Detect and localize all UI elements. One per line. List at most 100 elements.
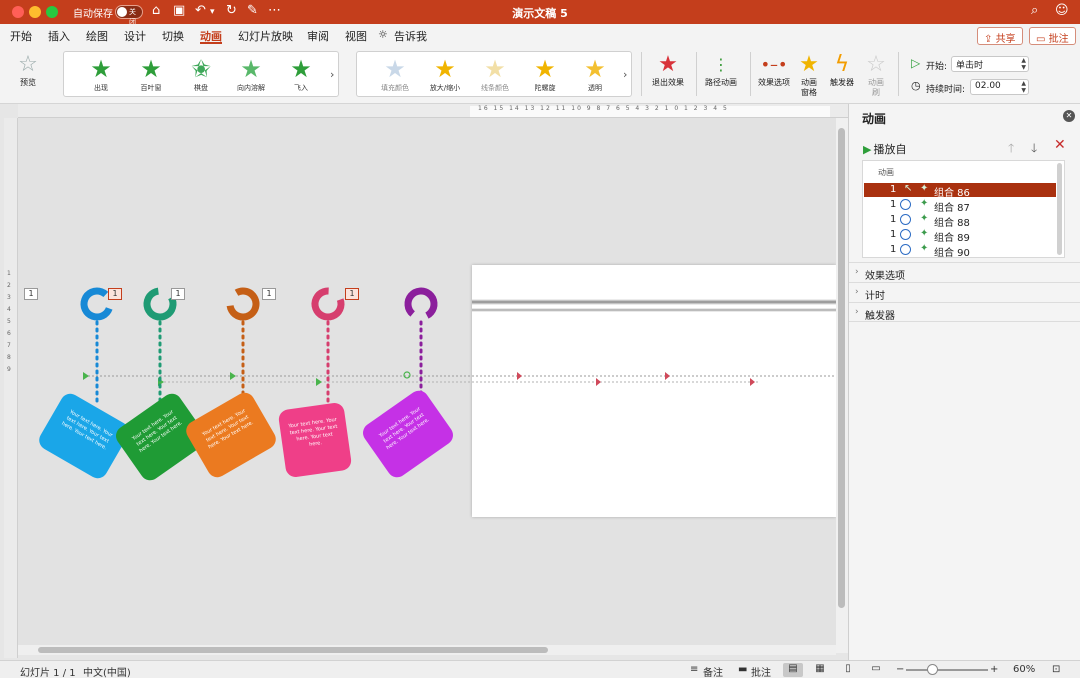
list-scrollbar[interactable] — [1057, 163, 1062, 255]
path-start-icon[interactable] — [403, 371, 411, 379]
effect-star-icon: ✦ — [920, 213, 929, 224]
slideshow-view-icon[interactable]: ▭ — [866, 663, 886, 677]
horizontal-scrollbar[interactable] — [18, 645, 836, 655]
chevron-right-icon: › — [855, 307, 859, 317]
start-label: 开始: — [926, 62, 948, 72]
animation-order-badge[interactable]: 1 — [171, 288, 185, 300]
animation-list-item[interactable]: 1 ✦ 组合 89 — [864, 228, 1056, 244]
zoom-slider[interactable] — [906, 669, 988, 671]
path-end-icon[interactable] — [517, 372, 522, 380]
section-timing[interactable]: › 计时 — [849, 282, 1080, 302]
section-label: 触发器 — [865, 311, 895, 322]
effect-star-icon: ✦ — [920, 243, 929, 254]
path-start-icon[interactable] — [83, 372, 89, 380]
start-value: 单击时 — [956, 61, 984, 71]
animation-list-item[interactable]: 1 ↖ ✦ 组合 86 — [864, 183, 1056, 199]
item-order: 1 — [890, 229, 897, 240]
comments-label: 批注 — [1048, 34, 1069, 45]
share-label: 共享 — [995, 34, 1016, 45]
section-label: 效果选项 — [865, 271, 905, 282]
account-icon[interactable]: ☺ — [1055, 3, 1069, 18]
animation-painter-button[interactable]: ☆ 动画 刷 — [862, 52, 890, 98]
canvas-objects — [80, 286, 840, 404]
chevron-right-icon: › — [855, 267, 859, 277]
comments-status-button[interactable]: 批注 — [751, 664, 771, 678]
notes-icon: ≡ — [690, 664, 699, 675]
delete-icon[interactable]: ✕ — [1054, 137, 1066, 153]
animation-order-badge[interactable]: 1 — [24, 288, 38, 300]
vertical-scrollbar[interactable] — [836, 118, 848, 653]
after-previous-clock-icon — [900, 214, 911, 225]
animation-order-badge[interactable]: 1 — [108, 288, 122, 300]
zoom-in-icon[interactable]: + — [990, 664, 998, 675]
item-name: 组合 89 — [934, 233, 970, 244]
notes-button[interactable]: 备注 — [703, 664, 723, 678]
effect-star-icon: ✦ — [920, 183, 929, 194]
section-label: 计时 — [865, 291, 885, 302]
start-select[interactable]: 单击时 ▲ ▼ — [951, 56, 1029, 72]
after-previous-clock-icon — [900, 199, 911, 210]
scroll-thumb[interactable] — [838, 128, 845, 608]
zoom-level[interactable]: 60% — [1013, 664, 1035, 675]
chevron-right-icon: › — [855, 287, 859, 297]
comments-button[interactable]: ▭ 批注 — [1029, 27, 1076, 45]
share-button[interactable]: ⇪ 共享 — [977, 27, 1023, 45]
normal-view-icon[interactable]: ▤ — [783, 663, 803, 677]
tag-pink[interactable]: Your text here. Your text here. Your tex… — [277, 401, 353, 479]
clock-icon: ◷ — [911, 79, 921, 92]
list-header: 动画 — [878, 168, 894, 177]
path-start-icon[interactable] — [230, 372, 236, 380]
ribbon-divider — [898, 52, 899, 96]
animation-painter-star-icon: ☆ — [866, 52, 886, 77]
animation-list-item[interactable]: 1 ✦ 组合 88 — [864, 213, 1056, 229]
item-name: 组合 87 — [934, 203, 970, 214]
animation-order-badge[interactable]: 1 — [262, 288, 276, 300]
animation-list-item[interactable]: 1 ✦ 组合 87 — [864, 198, 1056, 214]
pane-title: 动画 — [862, 112, 887, 126]
language-indicator[interactable]: 中文(中国) — [83, 664, 131, 678]
slide-sorter-icon[interactable]: ▦ — [810, 663, 830, 677]
zoom-slider-knob[interactable] — [927, 664, 938, 675]
ring-icon-pink[interactable] — [311, 287, 345, 321]
status-bar: 幻灯片 1 / 1 中文(中国) ≡ 备注 ▬ 批注 ▤ ▦ ▯ ▭ − + 6… — [0, 660, 1080, 678]
animation-list-item[interactable]: 1 ✦ 组合 90 — [864, 243, 1056, 259]
reading-view-icon[interactable]: ▯ — [838, 663, 858, 677]
animation-order-badge[interactable]: 1 — [345, 288, 359, 300]
stepper-icon[interactable]: ▲ ▼ — [1021, 80, 1026, 94]
after-previous-clock-icon — [900, 244, 911, 255]
close-icon[interactable]: ✕ — [1063, 110, 1075, 122]
effect-star-icon: ✦ — [920, 228, 929, 239]
play-from-label: 播放自 — [873, 143, 907, 156]
cursor-icon: ↖ — [904, 183, 913, 194]
scroll-thumb[interactable] — [38, 647, 548, 653]
section-effect-options[interactable]: › 效果选项 — [849, 262, 1080, 282]
ring-icon-purple[interactable] — [403, 286, 440, 323]
zoom-out-icon[interactable]: − — [896, 664, 904, 675]
comment-icon: ▭ — [1036, 34, 1049, 45]
play-from-button[interactable]: ▶ 播放自 — [863, 141, 906, 157]
item-order: 1 — [890, 184, 897, 195]
section-triggers[interactable]: › 触发器 — [849, 302, 1080, 322]
animation-pane: 动画 ✕ ▶ 播放自 🡑 🡓 ✕ 动画 1 ↖ ✦ 组合 86 1 ✦ 组合 87… — [848, 104, 1080, 660]
item-name: 组合 86 — [934, 188, 970, 199]
after-previous-clock-icon — [900, 229, 911, 240]
search-icon[interactable]: ⌕ — [1031, 3, 1038, 18]
item-order: 1 — [890, 199, 897, 210]
path-end-icon[interactable] — [596, 378, 601, 386]
animation-painter-label: 动画 — [868, 78, 884, 87]
animation-painter-label-2: 刷 — [872, 88, 880, 97]
path-end-icon[interactable] — [750, 378, 755, 386]
item-order: 1 — [890, 244, 897, 255]
duration-input[interactable]: 02.00 ▲ ▼ — [970, 79, 1029, 95]
move-down-icon[interactable]: 🡓 — [1031, 139, 1037, 160]
ring-icon-orange[interactable] — [225, 286, 261, 322]
slide-counter: 幻灯片 1 / 1 — [20, 668, 76, 678]
share-icon: ⇪ — [984, 34, 996, 45]
move-up-icon[interactable]: 🡑 — [1008, 139, 1014, 160]
duration-label: 持续时间: — [926, 85, 966, 95]
path-start-icon[interactable] — [316, 378, 322, 386]
fit-to-window-icon[interactable]: ⊡ — [1052, 664, 1060, 675]
item-order: 1 — [890, 214, 897, 225]
path-end-icon[interactable] — [665, 372, 670, 380]
animation-list: 动画 1 ↖ ✦ 组合 86 1 ✦ 组合 87 1 ✦ 组合 88 1 ✦ 组… — [862, 160, 1065, 259]
